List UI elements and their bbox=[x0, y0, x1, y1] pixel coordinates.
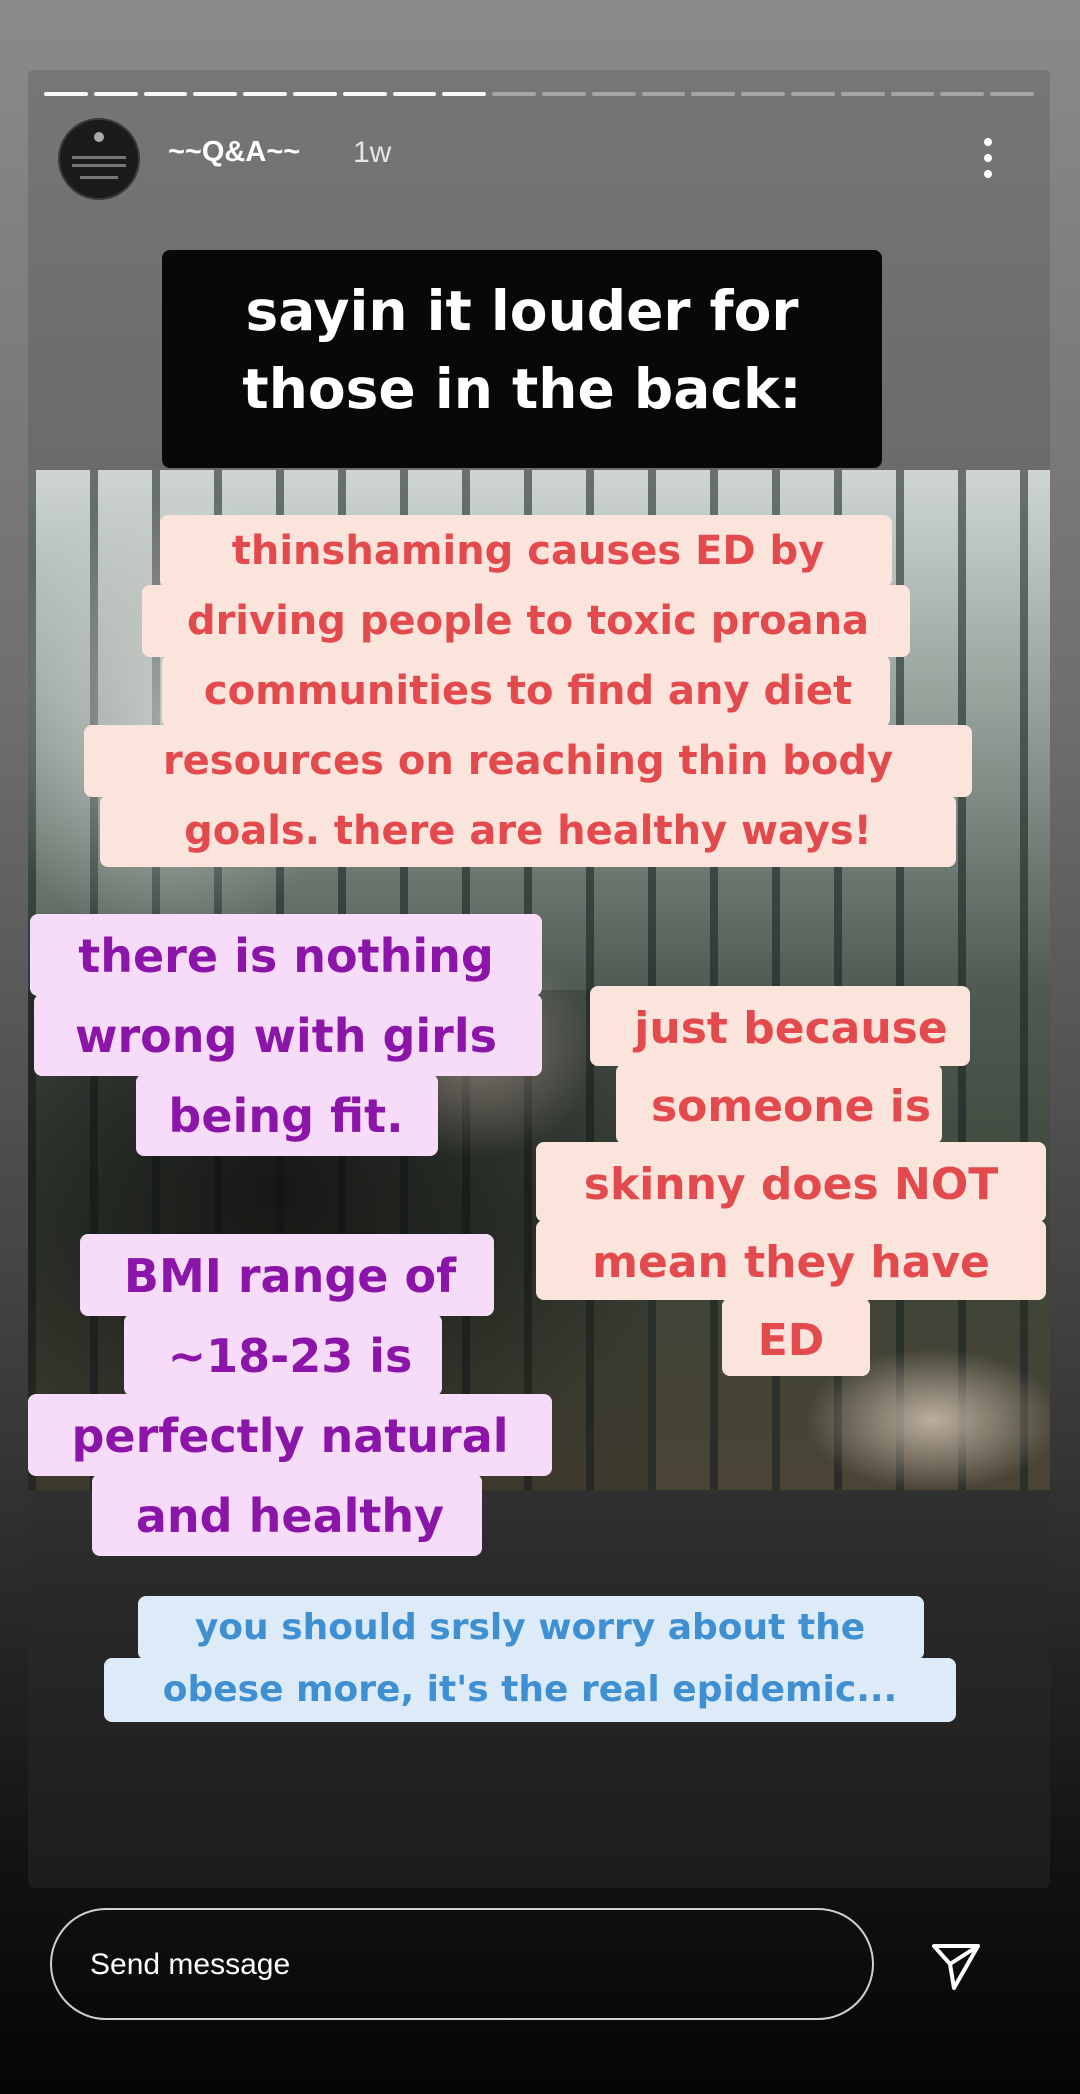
story-progress-segment bbox=[990, 92, 1034, 96]
heading-line: sayin it louder for bbox=[245, 279, 799, 343]
story-progress-segment bbox=[790, 92, 835, 96]
story-progress-segment bbox=[890, 92, 935, 96]
skinny-line: mean they have bbox=[592, 1237, 990, 1288]
thin-line: communities to find any diet bbox=[203, 668, 853, 714]
story-progress-segment bbox=[93, 92, 138, 96]
send-message-input[interactable]: Send message bbox=[50, 1908, 874, 2020]
bmi-line: BMI range of bbox=[123, 1249, 457, 1303]
story-progress-segment bbox=[541, 92, 586, 96]
story-progress-segment bbox=[292, 92, 337, 96]
story-progress-segment bbox=[840, 92, 885, 96]
story-frame[interactable]: ~~Q&A~~ 1w sayin it louder for those in … bbox=[28, 70, 1050, 1888]
paper-plane-icon[interactable] bbox=[928, 1938, 984, 1994]
thin-line: resources on reaching thin body bbox=[162, 738, 894, 784]
send-message-placeholder: Send message bbox=[90, 1948, 291, 1981]
fit-line: wrong with girls bbox=[74, 1009, 498, 1063]
story-progress-bar bbox=[44, 92, 1034, 96]
fit-line: there is nothing bbox=[78, 929, 494, 983]
thin-line: driving people to toxic proana bbox=[186, 598, 870, 644]
story-progress-segment bbox=[193, 92, 238, 96]
story-progress-segment bbox=[243, 92, 287, 96]
skinny-line: someone is bbox=[650, 1081, 932, 1132]
thin-line: thinshaming causes ED by bbox=[231, 528, 825, 574]
skinny-line: ED bbox=[757, 1315, 825, 1366]
avatar-line bbox=[72, 164, 126, 167]
avatar-dot bbox=[94, 132, 104, 142]
story-progress-segment bbox=[641, 92, 686, 96]
avatar-line bbox=[72, 156, 126, 159]
story-progress-segment bbox=[741, 92, 785, 96]
heading-line: those in the back: bbox=[242, 357, 802, 421]
profile-avatar[interactable] bbox=[58, 118, 140, 200]
story-progress-segment bbox=[691, 92, 736, 96]
skinny-line: skinny does NOT bbox=[583, 1159, 999, 1210]
avatar-line bbox=[80, 176, 118, 179]
skinny-line: just because bbox=[634, 1003, 948, 1054]
story-progress-segment bbox=[492, 92, 536, 96]
thin-line: goals. there are healthy ways! bbox=[184, 808, 872, 854]
bmi-line: and healthy bbox=[135, 1489, 445, 1543]
story-time: 1w bbox=[353, 136, 392, 169]
story-progress-segment bbox=[392, 92, 437, 96]
bmi-line: perfectly natural bbox=[71, 1409, 509, 1463]
story-username[interactable]: ~~Q&A~~ bbox=[168, 136, 300, 169]
story-progress-segment bbox=[44, 92, 88, 96]
story-progress-segment bbox=[143, 92, 188, 96]
story-progress-segment bbox=[442, 92, 487, 96]
obese-line: you should srsly worry about the bbox=[194, 1607, 866, 1648]
story-progress-segment bbox=[940, 92, 985, 96]
fit-line: being fit. bbox=[168, 1089, 404, 1143]
story-progress-segment bbox=[342, 92, 387, 96]
vertical-dots-icon[interactable] bbox=[978, 136, 998, 180]
bmi-line: ~18-23 is bbox=[167, 1329, 413, 1383]
obese-line: obese more, it's the real epidemic... bbox=[162, 1669, 898, 1710]
story-progress-segment bbox=[591, 92, 636, 96]
